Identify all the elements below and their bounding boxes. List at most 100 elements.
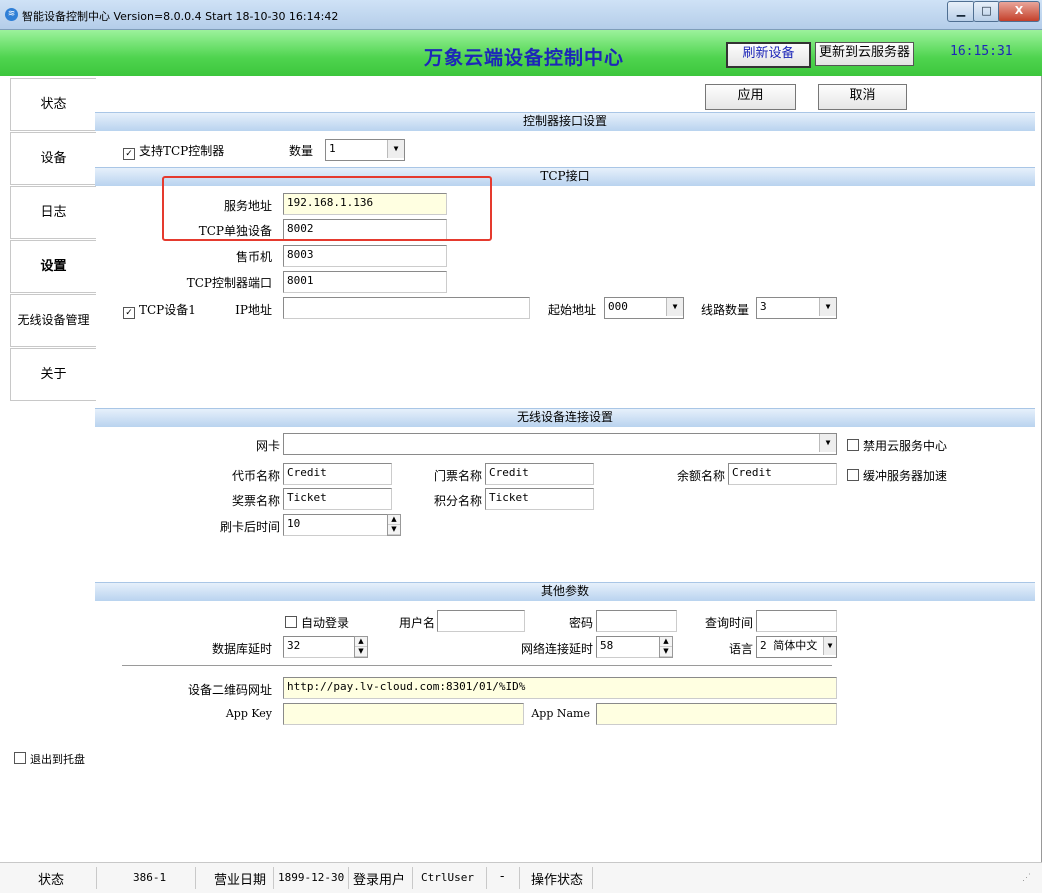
count-label: 数量 xyxy=(289,144,314,158)
ticket-name-input[interactable]: Credit xyxy=(485,463,594,485)
sidebar-item-devices[interactable]: 设备 xyxy=(10,132,96,185)
sidebar-item-logs[interactable]: 日志 xyxy=(10,186,96,239)
spin-up-icon[interactable]: ▲ xyxy=(355,637,367,647)
apply-button[interactable]: 应用 xyxy=(705,84,796,110)
app-key-input[interactable] xyxy=(283,703,524,725)
app-name-input[interactable] xyxy=(596,703,837,725)
auto-login-checkbox[interactable]: 自动登录 xyxy=(285,614,349,631)
auto-login-label: 自动登录 xyxy=(301,616,350,630)
checkbox-box xyxy=(847,439,859,451)
lottery-name-label: 奖票名称 xyxy=(231,494,280,508)
lines-select[interactable]: 3 ▼ xyxy=(756,297,837,319)
ticket-name-label: 门票名称 xyxy=(433,469,482,483)
db-delay-spinner[interactable]: ▲ ▼ xyxy=(354,636,368,658)
sidebar-item-status[interactable]: 状态 xyxy=(10,78,96,131)
balance-name-label: 余额名称 xyxy=(676,469,725,483)
coin-name-label: 代币名称 xyxy=(231,469,280,483)
qr-url-input[interactable]: http://pay.lv-cloud.com:8301/01/%ID% xyxy=(283,677,837,699)
swipe-time-spinner[interactable]: ▲ ▼ xyxy=(387,514,401,536)
lines-value: 3 xyxy=(760,300,767,313)
username-input[interactable] xyxy=(437,610,525,632)
chevron-down-icon[interactable]: ▼ xyxy=(387,140,404,158)
spin-down-icon[interactable]: ▼ xyxy=(660,647,672,657)
query-time-input[interactable] xyxy=(756,610,837,632)
section-wireless: 无线设备连接设置 xyxy=(95,408,1035,427)
disable-cloud-checkbox[interactable]: 禁用云服务中心 xyxy=(847,437,947,454)
nic-select[interactable]: ▼ xyxy=(283,433,837,455)
points-name-input[interactable]: Ticket xyxy=(485,488,594,510)
cancel-button[interactable]: 取消 xyxy=(818,84,907,110)
chevron-down-icon[interactable]: ▼ xyxy=(666,298,683,316)
coin-machine-input[interactable]: 8003 xyxy=(283,245,447,267)
status-bar: 状态 386-1 营业日期 1899-12-30 登录用户 CtrlUser -… xyxy=(0,862,1042,893)
start-addr-select[interactable]: 000 ▼ xyxy=(604,297,684,319)
separator xyxy=(96,867,97,889)
ip-label: IP地址 xyxy=(235,303,272,317)
app-wifi-icon: ≋ xyxy=(5,8,18,21)
section-controller: 控制器接口设置 xyxy=(95,112,1035,131)
window-title: 智能设备控制中心 Version=8.0.0.4 Start 18-10-30 … xyxy=(22,10,339,23)
start-addr-label: 起始地址 xyxy=(548,303,597,317)
net-delay-label: 网络连接延时 xyxy=(520,642,593,656)
qr-url-label: 设备二维码网址 xyxy=(187,683,272,697)
chevron-down-icon[interactable]: ▼ xyxy=(819,298,836,316)
exit-to-tray-checkbox[interactable]: 退出到托盘 xyxy=(14,751,85,767)
net-delay-input[interactable]: 58 xyxy=(596,636,664,658)
balance-name-input[interactable]: Credit xyxy=(728,463,837,485)
sidebar-item-wireless[interactable]: 无线设备管理 xyxy=(10,294,96,347)
support-tcp-label: 支持TCP控制器 xyxy=(139,144,225,158)
op-status-label: 操作状态 xyxy=(531,873,584,888)
checkbox-box xyxy=(285,616,297,628)
checkbox-checked: ✓ xyxy=(123,307,135,319)
status-label: 状态 xyxy=(38,873,65,888)
language-select[interactable]: 2 简体中文 ▼ xyxy=(756,636,837,658)
separator xyxy=(519,867,520,889)
lines-label: 线路数量 xyxy=(701,303,750,317)
sidebar-item-about[interactable]: 关于 xyxy=(10,348,96,401)
window-title-bar[interactable]: ≋ 智能设备控制中心 Version=8.0.0.4 Start 18-10-3… xyxy=(0,0,1042,30)
section-other: 其他参数 xyxy=(95,582,1035,601)
username-label: 用户名 xyxy=(398,616,435,630)
chevron-down-icon[interactable]: ▼ xyxy=(823,637,836,655)
spin-down-icon[interactable]: ▼ xyxy=(355,647,367,657)
password-label: 密码 xyxy=(568,616,593,630)
coin-name-input[interactable]: Credit xyxy=(283,463,392,485)
close-button[interactable]: X xyxy=(998,1,1040,22)
language-label: 语言 xyxy=(728,642,753,656)
ip-input[interactable] xyxy=(283,297,530,319)
db-delay-input[interactable]: 32 xyxy=(283,636,359,658)
separator xyxy=(412,867,413,889)
app-title: 万象云端设备控制中心 xyxy=(424,47,625,69)
clock: 16:15:31 xyxy=(950,44,1013,59)
controller-port-input[interactable]: 8001 xyxy=(283,271,447,293)
password-input[interactable] xyxy=(596,610,677,632)
spin-down-icon[interactable]: ▼ xyxy=(388,525,400,535)
sidebar-item-settings[interactable]: 设置 xyxy=(10,240,96,293)
lottery-name-input[interactable]: Ticket xyxy=(283,488,392,510)
status-code: 386-1 xyxy=(133,871,167,884)
points-name-label: 积分名称 xyxy=(433,494,482,508)
swipe-time-input[interactable]: 10 xyxy=(283,514,392,536)
count-select[interactable]: 1 ▼ xyxy=(325,139,405,161)
tcp-device1-checkbox[interactable]: ✓ TCP设备1 xyxy=(123,301,196,319)
net-delay-spinner[interactable]: ▲ ▼ xyxy=(659,636,673,658)
update-cloud-button[interactable]: 更新到云服务器 xyxy=(815,42,914,66)
support-tcp-checkbox[interactable]: ✓ 支持TCP控制器 xyxy=(123,142,224,160)
disable-cloud-label: 禁用云服务中心 xyxy=(863,439,948,453)
refresh-devices-button[interactable]: 刷新设备 xyxy=(726,42,811,68)
start-addr-value: 000 xyxy=(608,300,628,313)
minimize-button[interactable]: ▁ xyxy=(947,1,975,22)
buffer-accel-label: 缓冲服务器加速 xyxy=(863,469,948,483)
spin-up-icon[interactable]: ▲ xyxy=(660,637,672,647)
maximize-button[interactable]: □ xyxy=(973,1,1000,22)
separator xyxy=(486,867,487,889)
exit-to-tray-label: 退出到托盘 xyxy=(30,753,85,766)
login-user: CtrlUser xyxy=(421,871,474,884)
resize-grip-icon[interactable]: ⋰ xyxy=(1022,873,1031,883)
chevron-down-icon[interactable]: ▼ xyxy=(819,434,836,452)
buffer-accel-checkbox[interactable]: 缓冲服务器加速 xyxy=(847,467,947,484)
business-date-label: 营业日期 xyxy=(214,873,267,888)
separator xyxy=(273,867,274,889)
spin-up-icon[interactable]: ▲ xyxy=(388,515,400,525)
business-date: 1899-12-30 xyxy=(278,871,345,884)
